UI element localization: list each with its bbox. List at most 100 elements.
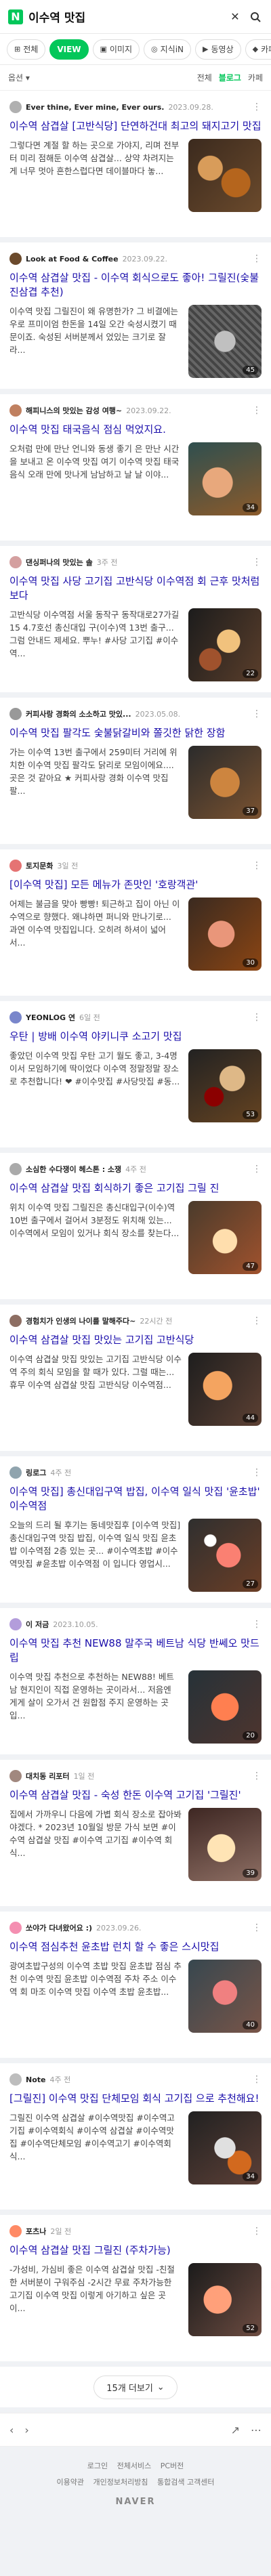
result-card[interactable]: Look at Food & Coffee 2023.09.22. ⋮ 이수역 … [0, 242, 271, 389]
author-name[interactable]: Note [26, 2075, 45, 2084]
avatar[interactable] [9, 2225, 22, 2237]
result-title[interactable]: 이수역 삼겹살 [고반식당] 단연하건대 최고의 돼지고기 맛집 [9, 119, 262, 133]
avatar[interactable] [9, 708, 22, 720]
close-icon[interactable]: ✕ [228, 9, 243, 24]
author-name[interactable]: 이 저금 [26, 1619, 49, 1630]
filter-all[interactable]: 전체 [197, 72, 212, 83]
more-icon[interactable]: ⋮ [252, 2226, 262, 2237]
tab-cafe[interactable]: ◆카페 [245, 39, 271, 60]
more-icon[interactable]: ⋮ [252, 1922, 262, 1933]
result-thumbnail[interactable]: 34 [188, 442, 262, 515]
result-thumbnail[interactable]: 44 [188, 1353, 262, 1426]
result-title[interactable]: 이수역 삼겹살 맛집 - 숙성 한돈 이수역 고기집 '그릴진' [9, 1788, 262, 1802]
search-icon[interactable] [248, 9, 263, 24]
result-title[interactable]: 이수역 맛집 사당 고기집 고반식당 이수역점 회 근후 맛처럼 보다 [9, 574, 262, 603]
author-name[interactable]: 쏘야가 다녀왔어요 :) [26, 1922, 92, 1933]
more-icon[interactable]: ⋯ [251, 2424, 262, 2436]
author-name[interactable]: 소심한 수다쟁이 헤스톤 : 소쟁 [26, 1164, 121, 1175]
result-thumbnail[interactable]: 45 [188, 305, 262, 378]
result-thumbnail[interactable]: 52 [188, 2263, 262, 2336]
result-thumbnail[interactable]: 47 [188, 1201, 262, 1274]
result-title[interactable]: 이수역 점심추천 윤초밥 런치 할 수 좋은 스시맛집 [9, 1940, 262, 1954]
result-thumbnail[interactable]: 27 [188, 1519, 262, 1592]
result-card[interactable]: 댄싱퍼나의 맛있는 솔 3주 전 ⋮ 이수역 맛집 사당 고기집 고반식당 이수… [0, 546, 271, 692]
more-icon[interactable]: ⋮ [252, 2074, 262, 2085]
author-name[interactable]: 댄싱퍼나의 맛있는 솔 [26, 557, 93, 568]
result-card[interactable]: 소심한 수다쟁이 헤스톤 : 소쟁 4주 전 ⋮ 이수역 삼겹살 맛집 회식하기… [0, 1153, 271, 1299]
avatar[interactable] [9, 1922, 22, 1934]
result-card[interactable]: 이 저금 2023.10.05. ⋮ 이수역 맛집 추천 NEW88 말주국 베… [0, 1608, 271, 1754]
avatar[interactable] [9, 1163, 22, 1175]
avatar[interactable] [9, 2073, 22, 2086]
footer-all-services[interactable]: 전체서비스 [117, 2462, 152, 2470]
naver-logo[interactable]: N [8, 9, 23, 24]
share-icon[interactable]: ↗ [231, 2424, 240, 2436]
more-icon[interactable]: ⋮ [252, 253, 262, 264]
avatar[interactable] [9, 253, 22, 265]
more-icon[interactable]: ⋮ [252, 1771, 262, 1781]
result-thumbnail[interactable]: 34 [188, 2111, 262, 2184]
option-dropdown[interactable]: 옵션 ▾ [8, 72, 30, 83]
footer-help[interactable]: 통합검색 고객센터 [157, 2478, 214, 2487]
filter-blog[interactable]: 블로그 [219, 72, 241, 83]
footer-privacy[interactable]: 개인정보처리방침 [93, 2478, 148, 2487]
more-icon[interactable]: ⋮ [252, 709, 262, 719]
result-card[interactable]: 포츠나 2일 전 ⋮ 이수역 삼겹살 맛집 그릴진 (주차가능) -가성비, 가… [0, 2215, 271, 2361]
author-name[interactable]: 대치동 리포터 [26, 1771, 70, 1781]
filter-cafe[interactable]: 카페 [248, 72, 263, 83]
more-icon[interactable]: ⋮ [252, 1315, 262, 1326]
more-icon[interactable]: ⋮ [252, 1164, 262, 1175]
search-query[interactable]: 이수역 맛집 [28, 8, 222, 25]
author-name[interactable]: 링로그 [26, 1467, 46, 1478]
footer-terms[interactable]: 이용약관 [57, 2478, 84, 2487]
result-title[interactable]: [이수역 맛집] 모든 메뉴가 존맛인 '호랑객관' [9, 878, 262, 892]
result-title[interactable]: 우탄 | 방배 이수역 야키니쿠 소고기 맛집 [9, 1030, 262, 1044]
more-icon[interactable]: ⋮ [252, 102, 262, 112]
result-title[interactable]: 이수역 맛집 추천 NEW88 말주국 베트남 식당 반쎄오 맛드립 [9, 1637, 262, 1665]
more-icon[interactable]: ⋮ [252, 1012, 262, 1023]
tab-video[interactable]: ▶ 동영상 [195, 39, 241, 60]
author-name[interactable]: YEONLOG 연 [26, 1012, 75, 1023]
result-thumbnail[interactable]: 53 [188, 1049, 262, 1122]
author-name[interactable]: Ever thine, Ever mine, Ever ours. [26, 103, 164, 112]
author-name[interactable]: 커피사랑 경화의 소소하고 맛있... [26, 709, 131, 719]
result-title[interactable]: 이수역 맛집] 총신대입구역 밥집, 이수역 일식 맛집 '윤초밥' 이수역점 [9, 1485, 262, 1513]
result-thumbnail[interactable]: 37 [188, 746, 262, 819]
result-card[interactable]: 경험치가 인생의 나이를 말해주다~ 22시간 전 ⋮ 이수역 삼겹살 맛집 맛… [0, 1305, 271, 1451]
result-card[interactable]: 커피사랑 경화의 소소하고 맛있... 2023.05.08. ⋮ 이수역 맛집… [0, 698, 271, 844]
result-card[interactable]: Note 4주 전 ⋮ [그릴진] 이수역 맛집 단체모임 회식 고기집 으로 … [0, 2063, 271, 2210]
avatar[interactable] [9, 1618, 22, 1630]
result-card[interactable]: 쏘야가 다녀왔어요 :) 2023.09.26. ⋮ 이수역 점심추천 윤초밥 … [0, 1912, 271, 2058]
more-icon[interactable]: ⋮ [252, 557, 262, 568]
more-results-button[interactable]: 15개 더보기 ⌄ [93, 2375, 178, 2399]
result-card[interactable]: 링로그 4주 전 ⋮ 이수역 맛집] 총신대입구역 밥집, 이수역 일식 맛집 … [0, 1456, 271, 1603]
author-name[interactable]: 경험치가 인생의 나이를 말해주다~ [26, 1315, 136, 1326]
author-name[interactable]: 포츠나 [26, 2226, 46, 2237]
more-icon[interactable]: ⋮ [252, 1467, 262, 1478]
author-name[interactable]: Look at Food & Coffee [26, 255, 119, 263]
avatar[interactable] [9, 1011, 22, 1023]
more-icon[interactable]: ⋮ [252, 1619, 262, 1630]
result-thumbnail[interactable]: 30 [188, 898, 262, 971]
tab-view[interactable]: VIEW [49, 39, 89, 60]
avatar[interactable] [9, 860, 22, 872]
avatar[interactable] [9, 1770, 22, 1782]
back-icon[interactable]: ‹ [9, 2424, 14, 2436]
result-title[interactable]: 이수역 삼겹살 맛집 회식하기 좋은 고기집 그릴 진 [9, 1181, 262, 1196]
footer-login[interactable]: 로그인 [87, 2462, 108, 2470]
tab-kin[interactable]: ◎ 지식iN [144, 39, 192, 60]
result-card[interactable]: 토지문화 3일 전 ⋮ [이수역 맛집] 모든 메뉴가 존맛인 '호랑객관' 어… [0, 849, 271, 996]
author-name[interactable]: 토지문화 [26, 860, 53, 871]
author-name[interactable]: 해피니스의 맛있는 감성 여행~ [26, 405, 122, 416]
forward-icon[interactable]: › [24, 2424, 28, 2436]
footer-pc-version[interactable]: PC버전 [161, 2462, 184, 2470]
result-title[interactable]: 이수역 삼겹살 맛집 그릴진 (주차가능) [9, 2243, 262, 2258]
result-title[interactable]: 이수역 맛집 팔각도 숯불닭갈비와 쫄깃한 닭한 장함 [9, 726, 262, 740]
avatar[interactable] [9, 1466, 22, 1479]
result-thumbnail[interactable] [188, 139, 262, 212]
result-card[interactable]: 대치동 리포터 1일 전 ⋮ 이수역 삼겹살 맛집 - 숙성 한돈 이수역 고기… [0, 1760, 271, 1906]
more-icon[interactable]: ⋮ [252, 860, 262, 871]
result-thumbnail[interactable]: 22 [188, 608, 262, 681]
result-card[interactable]: YEONLOG 연 6일 전 ⋮ 우탄 | 방배 이수역 야키니쿠 소고기 맛집… [0, 1001, 271, 1147]
tab-all[interactable]: ⊞ 전체 [7, 39, 46, 60]
